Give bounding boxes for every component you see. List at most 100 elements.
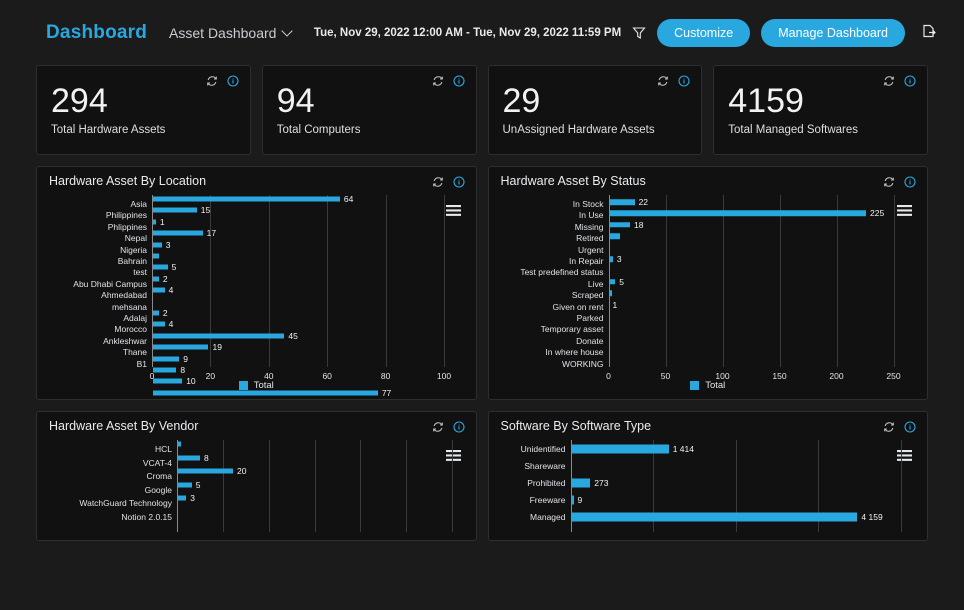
info-icon[interactable] (452, 420, 465, 438)
x-tick-label: 100 (715, 371, 730, 381)
bar[interactable] (571, 495, 574, 505)
bar[interactable] (609, 233, 620, 239)
kpi-label: Total Computers (276, 124, 361, 136)
info-icon[interactable] (678, 74, 690, 92)
info-icon[interactable] (227, 74, 239, 92)
bar[interactable] (571, 512, 858, 522)
bar[interactable] (178, 441, 181, 447)
panel-title: Hardware Asset By Status (500, 174, 646, 188)
kpi-label: UnAssigned Hardware Assets (502, 124, 655, 136)
refresh-icon[interactable] (883, 175, 895, 193)
customize-button[interactable]: Customize (657, 18, 751, 47)
x-tick-label: 150 (772, 371, 787, 381)
info-icon[interactable] (904, 420, 916, 438)
bar[interactable] (178, 482, 192, 488)
category-label: Bahrain (117, 255, 147, 266)
category-label: Nigeria (120, 244, 147, 255)
bar[interactable] (609, 290, 612, 296)
refresh-icon[interactable] (883, 74, 895, 92)
bar[interactable] (178, 468, 233, 474)
dashboard-selector[interactable]: Asset Dashboard (169, 25, 294, 41)
bar[interactable] (571, 444, 669, 454)
x-tick-label: 60 (322, 371, 332, 381)
brand-title: Dashboard (46, 21, 148, 43)
gridline (268, 195, 270, 367)
bar[interactable] (153, 310, 159, 316)
bar[interactable] (153, 390, 378, 396)
category-label: Test predefined status (520, 267, 604, 278)
panel-row-1: Hardware Asset By Location Asia Philippin… (36, 166, 928, 400)
x-tick-label: 80 (380, 371, 391, 381)
gridline (665, 195, 667, 367)
bar-chart-location: Asia Philippines Phlippines Nepal Nigeria Bah… (47, 195, 466, 397)
bar-value-label: 273 (594, 477, 609, 488)
bar[interactable] (178, 455, 200, 461)
panel-title: Hardware Asset By Location (49, 174, 207, 188)
category-label: In Repair (569, 255, 604, 266)
bar-value-label: 18 (634, 219, 644, 230)
category-label: mehsana (112, 301, 147, 312)
panel-hardware-asset-by-vendor: Hardware Asset By Vendor HCL VCAT-4 Croma G… (36, 411, 477, 541)
bar[interactable] (153, 287, 165, 293)
category-label: Donate (576, 335, 604, 346)
x-tick-label: 200 (829, 371, 844, 381)
bar[interactable] (153, 253, 159, 259)
panel-title: Hardware Asset By Vendor (49, 419, 199, 433)
kpi-card: 4159 Total Managed Softwares (713, 65, 928, 155)
export-icon[interactable] (916, 20, 942, 46)
app-header: Dashboard Asset Dashboard Tue, Nov 29, 2… (0, 0, 964, 65)
info-icon[interactable] (452, 74, 465, 92)
x-tick-label: 50 (660, 371, 671, 381)
refresh-icon[interactable] (206, 74, 218, 92)
bar[interactable] (153, 344, 209, 350)
bar[interactable] (153, 321, 165, 327)
bar-value-label: 1 (159, 216, 165, 227)
info-icon[interactable] (904, 175, 916, 193)
category-label: WatchGuard Technology (79, 498, 172, 509)
gridline (385, 195, 387, 367)
gridline (268, 440, 270, 532)
category-label: Adalaj (123, 312, 147, 323)
bar[interactable] (609, 199, 635, 205)
category-label: WORKING (561, 358, 604, 369)
bar[interactable] (178, 495, 187, 501)
bar[interactable] (153, 276, 159, 282)
bar[interactable] (153, 196, 340, 202)
category-label: Scraped (571, 289, 604, 300)
bar[interactable] (609, 222, 631, 228)
bar[interactable] (153, 333, 285, 339)
bar-value-label: 20 (237, 465, 247, 476)
bar[interactable] (153, 378, 183, 384)
dashboard-selector-label: Asset Dashboard (169, 24, 277, 41)
refresh-icon[interactable] (883, 420, 895, 438)
bar[interactable] (609, 256, 613, 262)
bar[interactable] (153, 356, 180, 362)
category-label: Google (144, 484, 172, 495)
bar[interactable] (153, 264, 168, 270)
bar-chart-vendor: HCL VCAT-4 Croma Google WatchGuard Technolog… (47, 440, 466, 532)
bar[interactable] (153, 230, 203, 236)
refresh-icon[interactable] (657, 74, 669, 92)
bar-value-label: 5 (195, 479, 201, 490)
bar[interactable] (153, 207, 197, 213)
bar[interactable] (609, 279, 616, 285)
category-label: B1 (136, 358, 147, 369)
plot-area: Unidentified Shareware Prohibited Freeware M… (521, 440, 902, 532)
bar[interactable] (609, 210, 866, 217)
info-icon[interactable] (904, 74, 916, 92)
kpi-card: 29 UnAssigned Hardware Assets (487, 65, 703, 155)
bar[interactable] (153, 367, 177, 373)
refresh-icon[interactable] (432, 74, 444, 92)
category-label: Managed (530, 511, 566, 522)
bar[interactable] (153, 219, 156, 225)
category-label: Parked (576, 312, 604, 323)
gridline (327, 195, 329, 367)
bar[interactable] (571, 478, 591, 488)
panel-hardware-asset-by-location: Hardware Asset By Location Asia Philippin… (36, 166, 477, 400)
bar[interactable] (153, 242, 162, 248)
manage-dashboard-button[interactable]: Manage Dashboard (761, 18, 905, 47)
refresh-icon[interactable] (432, 175, 444, 193)
info-icon[interactable] (452, 175, 465, 193)
refresh-icon[interactable] (432, 420, 444, 438)
filter-icon[interactable] (632, 26, 646, 40)
